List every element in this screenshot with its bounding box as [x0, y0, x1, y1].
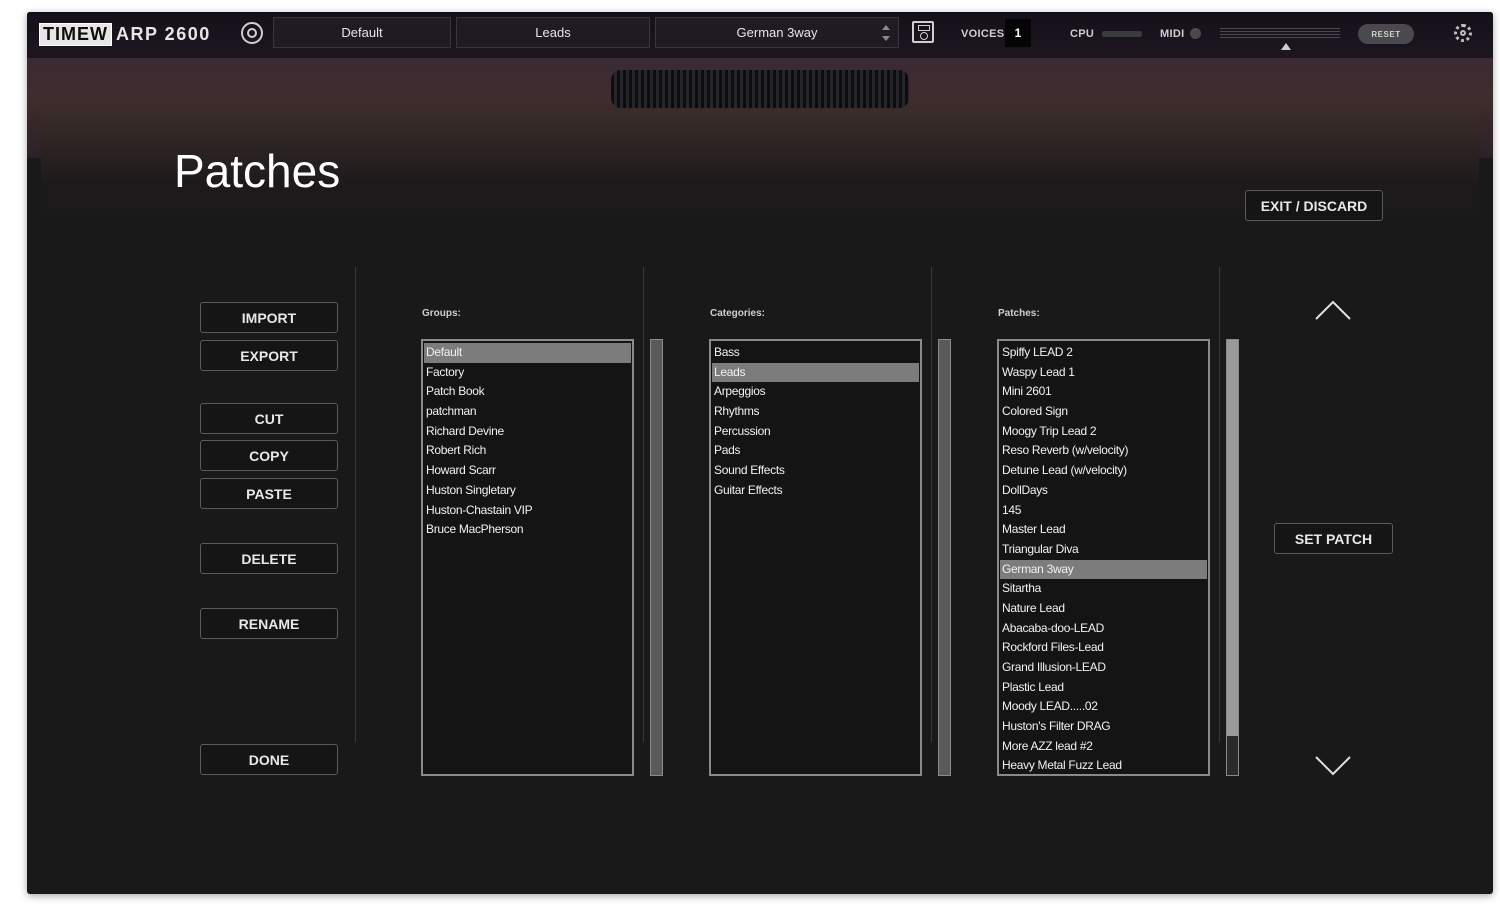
group-selector[interactable]: Default: [273, 17, 451, 48]
group-item[interactable]: Patch Book: [424, 382, 631, 402]
divider: [355, 267, 356, 742]
group-item[interactable]: Default: [424, 343, 631, 363]
category-item[interactable]: Pads: [712, 441, 919, 461]
group-item[interactable]: Howard Scarr: [424, 461, 631, 481]
export-button[interactable]: EXPORT: [200, 340, 338, 371]
delete-button[interactable]: DELETE: [200, 543, 338, 574]
categories-scrollbar[interactable]: [938, 339, 951, 776]
patch-item[interactable]: Triangular Diva: [1000, 540, 1207, 560]
app-logo: TIMEW ARP 2600: [39, 22, 211, 46]
rename-button[interactable]: RENAME: [200, 608, 338, 639]
category-item[interactable]: Leads: [712, 362, 919, 383]
save-icon[interactable]: [912, 21, 934, 43]
app-window: TIMEW ARP 2600 Default Leads German 3way…: [27, 12, 1493, 894]
groups-label: Groups:: [422, 308, 461, 319]
exit-discard-button[interactable]: EXIT / DISCARD: [1245, 190, 1383, 221]
patches-scrollbar-thumb[interactable]: [1227, 340, 1238, 736]
group-item[interactable]: Huston Singletary: [424, 481, 631, 501]
set-patch-button[interactable]: SET PATCH: [1274, 523, 1393, 554]
import-button[interactable]: IMPORT: [200, 302, 338, 333]
patch-item[interactable]: More AZZ lead #2: [1000, 737, 1207, 757]
patch-item[interactable]: Spiffy LEAD 2: [1000, 343, 1207, 363]
synth-handle: [611, 70, 909, 108]
group-item[interactable]: patchman: [424, 402, 631, 422]
cpu-label: CPU: [1070, 28, 1095, 40]
patch-item[interactable]: Master Lead: [1000, 520, 1207, 540]
category-item[interactable]: Arpeggios: [712, 382, 919, 402]
group-item[interactable]: Bruce MacPherson: [424, 520, 631, 540]
logo-brand: TIMEW: [39, 22, 112, 46]
patches-label: Patches:: [998, 308, 1040, 319]
page-title: Patches: [174, 145, 341, 197]
patch-item[interactable]: Huston's Filter DRAG: [1000, 717, 1207, 737]
patch-stepper-arrows-icon[interactable]: [882, 24, 890, 42]
top-toolbar: TIMEW ARP 2600 Default Leads German 3way…: [27, 12, 1493, 58]
cut-button[interactable]: CUT: [200, 403, 338, 434]
patch-selector-value: German 3way: [736, 25, 818, 40]
cpu-meter: [1102, 31, 1142, 37]
divider: [931, 267, 932, 742]
patch-selector[interactable]: German 3way: [655, 17, 899, 48]
group-item[interactable]: Factory: [424, 363, 631, 383]
category-item[interactable]: Guitar Effects: [712, 481, 919, 501]
patch-item[interactable]: Moody LEAD.....02: [1000, 697, 1207, 717]
patch-item[interactable]: Heavy Metal Fuzz Lead: [1000, 756, 1207, 776]
group-item[interactable]: Richard Devine: [424, 422, 631, 442]
reset-button[interactable]: RESET: [1358, 24, 1414, 44]
patch-item[interactable]: Abacaba-doo-LEAD: [1000, 619, 1207, 639]
divider: [643, 267, 644, 742]
categories-list[interactable]: Bass Leads Arpeggios Rhythms Percussion Pads S…: [709, 339, 922, 776]
midi-label: MIDI: [1160, 28, 1185, 40]
group-item[interactable]: Robert Rich: [424, 441, 631, 461]
voices-value[interactable]: 1: [1005, 19, 1031, 47]
gear-icon[interactable]: [1454, 24, 1472, 42]
paste-button[interactable]: PASTE: [200, 478, 338, 509]
category-item[interactable]: Sound Effects: [712, 461, 919, 481]
volume-slider[interactable]: [1220, 28, 1340, 38]
patch-item[interactable]: Colored Sign: [1000, 402, 1207, 422]
logo-product: ARP 2600: [116, 23, 211, 44]
patch-item[interactable]: Mini 2601: [1000, 382, 1207, 402]
category-item[interactable]: Rhythms: [712, 402, 919, 422]
patch-item[interactable]: Reso Reverb (w/velocity): [1000, 441, 1207, 461]
patch-item[interactable]: Moogy Trip Lead 2: [1000, 422, 1207, 442]
divider: [1219, 267, 1220, 742]
done-button[interactable]: DONE: [200, 744, 338, 775]
patch-item[interactable]: Nature Lead: [1000, 599, 1207, 619]
category-item[interactable]: Bass: [712, 343, 919, 363]
patch-item[interactable]: Detune Lead (w/velocity): [1000, 461, 1207, 481]
midi-indicator: [1190, 28, 1201, 39]
patch-item[interactable]: Sitartha: [1000, 579, 1207, 599]
patches-list[interactable]: Spiffy LEAD 2 Waspy Lead 1 Mini 2601 Colore…: [997, 339, 1210, 776]
chevron-up-icon[interactable]: [1315, 300, 1351, 320]
category-selector[interactable]: Leads: [456, 17, 650, 48]
patch-item[interactable]: Grand Illusion-LEAD: [1000, 658, 1207, 678]
patch-item[interactable]: German 3way: [1000, 559, 1207, 580]
patch-item[interactable]: DollDays: [1000, 481, 1207, 501]
patches-scrollbar[interactable]: [1226, 339, 1239, 776]
category-selector-value: Leads: [535, 25, 571, 40]
patch-item[interactable]: Waspy Lead 1: [1000, 363, 1207, 383]
copy-button[interactable]: COPY: [200, 440, 338, 471]
power-icon[interactable]: [241, 22, 263, 44]
groups-list[interactable]: Default Factory Patch Book patchman Richard …: [421, 339, 634, 776]
categories-label: Categories:: [710, 308, 766, 319]
groups-scrollbar[interactable]: [650, 339, 663, 776]
group-selector-value: Default: [341, 25, 383, 40]
patch-item[interactable]: Plastic Lead: [1000, 678, 1207, 698]
group-item[interactable]: Huston-Chastain VIP: [424, 501, 631, 521]
volume-pointer-icon[interactable]: [1281, 43, 1291, 50]
patch-item[interactable]: Rockford Files-Lead: [1000, 638, 1207, 658]
category-item[interactable]: Percussion: [712, 422, 919, 442]
voices-label: VOICES: [961, 28, 1005, 40]
chevron-down-icon[interactable]: [1315, 756, 1351, 776]
patch-item[interactable]: 145: [1000, 501, 1207, 521]
